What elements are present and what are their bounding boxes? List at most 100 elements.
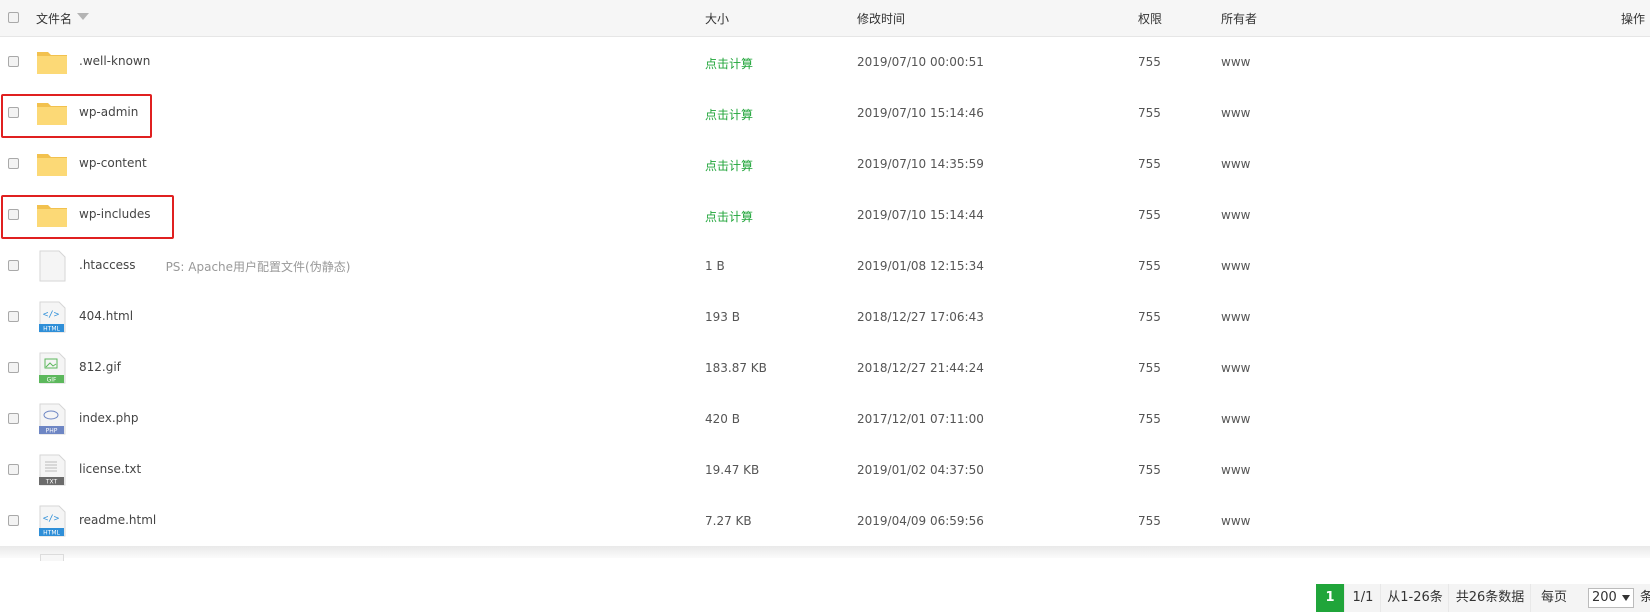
file-size[interactable]: 点击计算 <box>705 157 753 174</box>
file-type-badge: PHP <box>46 428 58 435</box>
file-mtime: 2019/01/08 12:15:34 <box>857 259 984 273</box>
file-type-badge: TXT <box>45 479 58 486</box>
row-checkbox[interactable] <box>8 56 19 67</box>
file-permission[interactable]: 755 <box>1138 514 1161 528</box>
file-name-link[interactable]: .htaccess <box>79 258 136 272</box>
file-type-badge: HTML <box>43 530 60 537</box>
php-file-icon: PHP <box>39 403 66 435</box>
file-permission[interactable]: 755 <box>1138 208 1161 222</box>
file-mtime: 2017/12/01 07:11:00 <box>857 412 984 426</box>
file-size[interactable]: 点击计算 <box>705 208 753 225</box>
file-owner[interactable]: www <box>1221 55 1250 69</box>
next-row-icon-peek <box>40 554 64 561</box>
file-name-link[interactable]: wp-content <box>79 156 147 170</box>
col-ops-header: 操作 <box>1621 12 1646 26</box>
file-row[interactable]: wp-content 点击计算 2019/07/10 14:35:59 755 www <box>0 139 1650 191</box>
file-permission[interactable]: 755 <box>1138 106 1161 120</box>
file-mtime: 2019/07/10 15:14:46 <box>857 106 984 120</box>
per-page-label: 每页 <box>1541 590 1568 605</box>
file-size: 1 B <box>705 259 725 273</box>
file-row[interactable]: wp-includes 点击计算 2019/07/10 15:14:44 755 www <box>0 190 1650 242</box>
row-checkbox[interactable] <box>8 413 19 424</box>
col-perm-header[interactable]: 权限 <box>1138 10 1162 27</box>
file-type-badge: GIF <box>47 377 57 384</box>
table-scroll-shadow <box>0 546 1650 558</box>
file-owner[interactable]: www <box>1221 463 1250 477</box>
highlight-box-wp-admin <box>1 94 152 138</box>
chevron-down-icon <box>1622 595 1630 601</box>
file-mtime: 2019/01/02 04:37:50 <box>857 463 984 477</box>
file-permission[interactable]: 755 <box>1138 55 1161 69</box>
svg-text:</>: </> <box>43 310 60 320</box>
sort-desc-icon[interactable] <box>77 13 89 20</box>
file-mtime: 2018/12/27 17:06:43 <box>857 310 984 324</box>
file-permission[interactable]: 755 <box>1138 463 1161 477</box>
per-page-select[interactable]: 200 <box>1588 588 1634 608</box>
page-count: 1/1 <box>1344 584 1381 612</box>
folder-icon <box>37 154 67 176</box>
file-note: PS: Apache用户配置文件(伪静态) <box>165 260 351 274</box>
row-checkbox[interactable] <box>8 311 19 322</box>
file-size[interactable]: 点击计算 <box>705 106 753 123</box>
file-row[interactable]: GIF 812.gif 183.87 KB 2018/12/27 21:44:24 75… <box>0 343 1650 395</box>
file-permission[interactable]: 755 <box>1138 310 1161 324</box>
html-file-icon: </> HTML <box>39 505 66 537</box>
file-size: 7.27 KB <box>705 514 752 528</box>
file-row[interactable]: TXT license.txt 19.47 KB 2019/01/02 04:37:5… <box>0 445 1650 497</box>
txt-file-icon: TXT <box>39 454 66 486</box>
page-current[interactable]: 1 <box>1316 584 1344 612</box>
file-row[interactable]: wp-admin 点击计算 2019/07/10 15:14:46 755 www <box>0 88 1650 140</box>
col-mtime-header[interactable]: 修改时间 <box>857 10 905 27</box>
file-mtime: 2019/04/09 06:59:56 <box>857 514 984 528</box>
file-size: 193 B <box>705 310 740 324</box>
row-checkbox[interactable] <box>8 515 19 526</box>
file-row[interactable]: </> HTML 404.html 193 B 2018/12/27 17:06:43 7… <box>0 292 1650 344</box>
gif-file-icon: GIF <box>39 352 66 384</box>
file-mtime: 2019/07/10 00:00:51 <box>857 55 984 69</box>
file-size: 420 B <box>705 412 740 426</box>
file-owner[interactable]: www <box>1221 208 1250 222</box>
highlight-box-wp-includes <box>1 195 174 239</box>
file-permission[interactable]: 755 <box>1138 157 1161 171</box>
file-permission[interactable]: 755 <box>1138 361 1161 375</box>
col-size-header[interactable]: 大小 <box>705 10 729 27</box>
select-all-checkbox[interactable] <box>8 12 19 23</box>
file-permission[interactable]: 755 <box>1138 412 1161 426</box>
file-row[interactable]: </> HTML readme.html 7.27 KB 2019/04/09 06:5… <box>0 496 1650 548</box>
file-name-link[interactable]: .well-known <box>79 54 150 68</box>
file-mtime: 2019/07/10 14:35:59 <box>857 157 984 171</box>
file-owner[interactable]: www <box>1221 259 1250 273</box>
per-page-value: 200 <box>1592 590 1617 605</box>
file-name-link[interactable]: 404.html <box>79 309 133 323</box>
file-size: 19.47 KB <box>705 463 760 477</box>
file-owner[interactable]: www <box>1221 310 1250 324</box>
blank-file-icon <box>39 250 66 282</box>
html-file-icon: </> HTML <box>39 301 66 333</box>
row-checkbox[interactable] <box>8 362 19 373</box>
col-owner-header[interactable]: 所有者 <box>1221 10 1257 27</box>
file-owner[interactable]: www <box>1221 361 1250 375</box>
page-range: 从1-26条 <box>1380 584 1449 612</box>
col-name-header[interactable]: 文件名 <box>36 10 72 27</box>
row-checkbox[interactable] <box>8 158 19 169</box>
file-row[interactable]: .well-known 点击计算 2019/07/10 00:00:51 755 www <box>0 37 1650 89</box>
file-name-link[interactable]: index.php <box>79 411 138 425</box>
file-name-link[interactable]: 812.gif <box>79 360 121 374</box>
file-type-badge: HTML <box>43 326 60 333</box>
page-total: 共26条数据 <box>1448 584 1531 612</box>
row-checkbox[interactable] <box>8 464 19 475</box>
file-mtime: 2018/12/27 21:44:24 <box>857 361 984 375</box>
file-row[interactable]: .htaccess PS: Apache用户配置文件(伪静态) 1 B 2019/01… <box>0 241 1650 293</box>
file-name-link[interactable]: readme.html <box>79 513 156 527</box>
file-owner[interactable]: www <box>1221 514 1250 528</box>
file-size[interactable]: 点击计算 <box>705 55 753 72</box>
file-row[interactable]: PHP index.php 420 B 2017/12/01 07:11:00 755 w… <box>0 394 1650 446</box>
row-checkbox[interactable] <box>8 260 19 271</box>
file-permission[interactable]: 755 <box>1138 259 1161 273</box>
file-owner[interactable]: www <box>1221 106 1250 120</box>
file-name-link[interactable]: license.txt <box>79 462 141 476</box>
file-table-header: 文件名 大小 修改时间 权限 所有者 操作 <box>0 0 1650 37</box>
file-owner[interactable]: www <box>1221 412 1250 426</box>
per-page-unit: 条 <box>1640 590 1650 605</box>
file-owner[interactable]: www <box>1221 157 1250 171</box>
